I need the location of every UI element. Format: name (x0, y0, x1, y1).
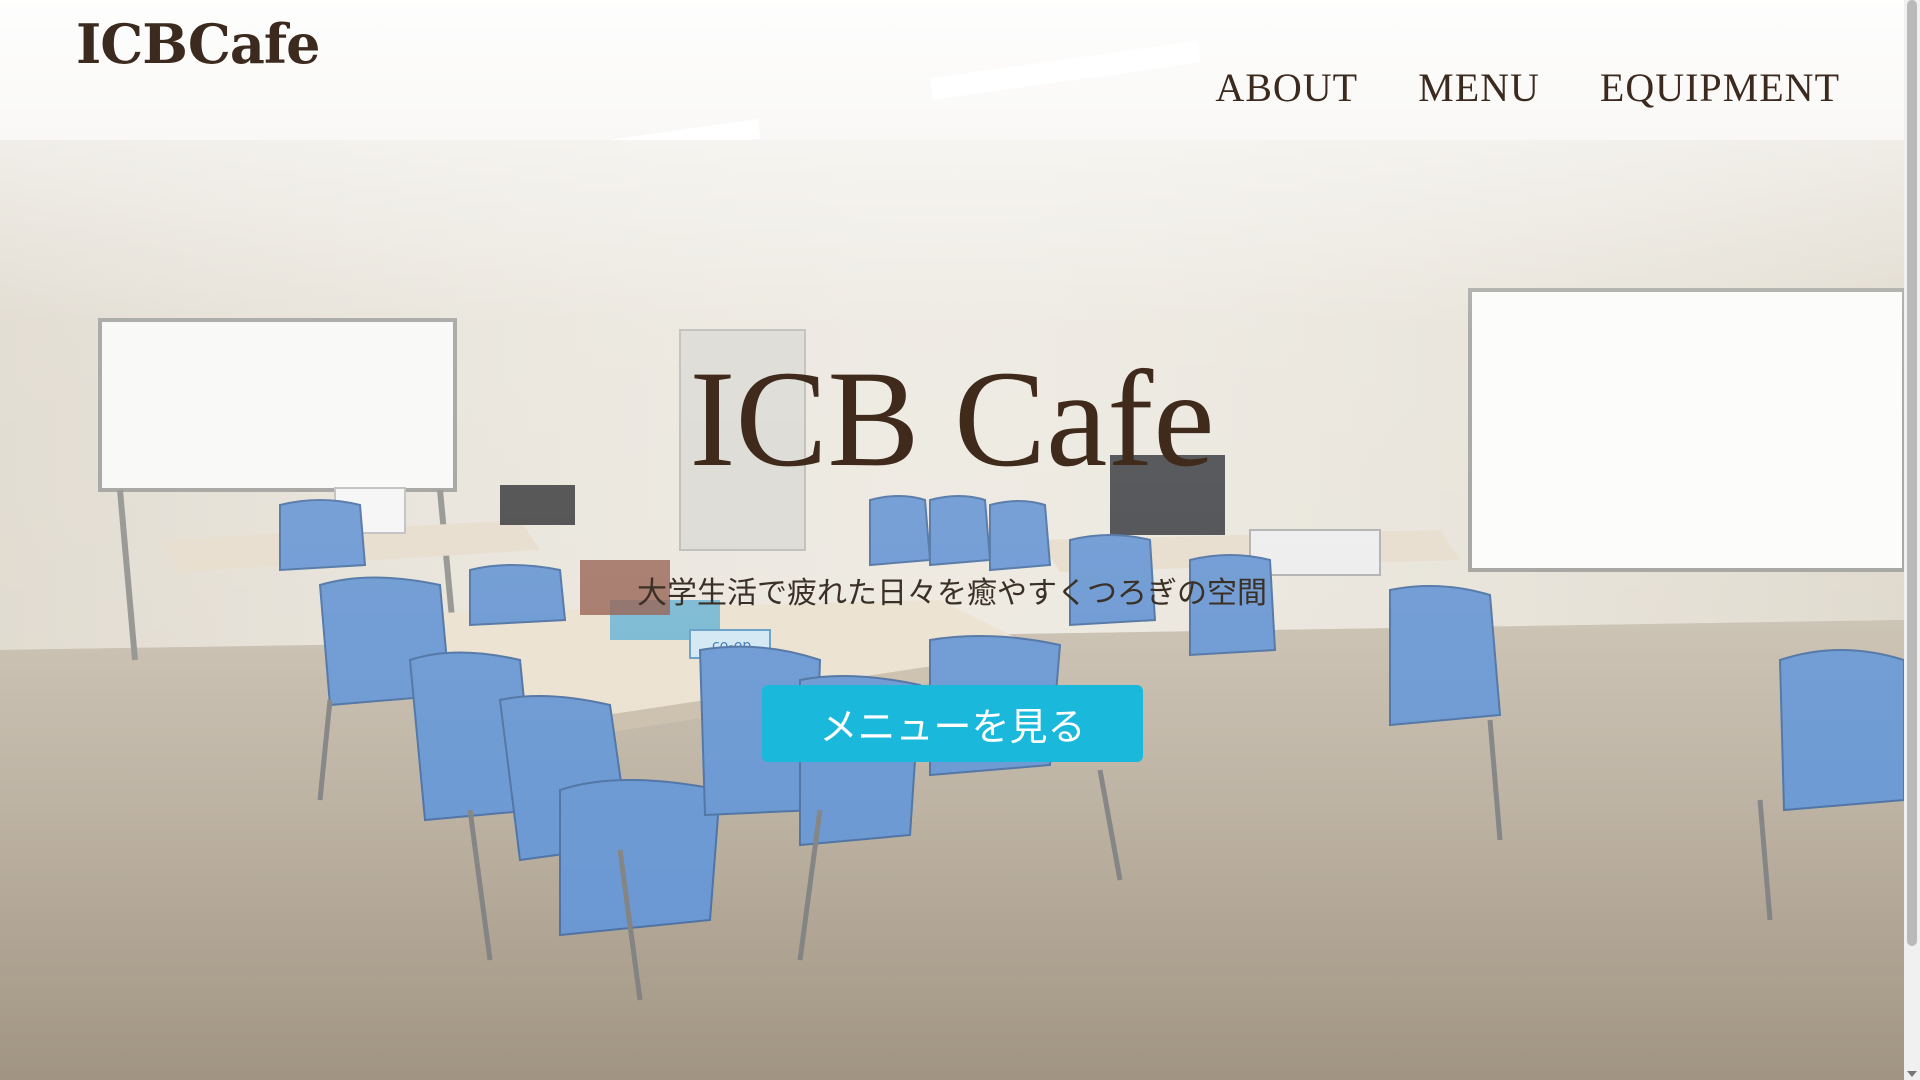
hero-section: co-op (0, 0, 1904, 1080)
page-scrollbar[interactable] (1904, 0, 1920, 1080)
view-menu-button[interactable]: メニューを見る (762, 685, 1143, 762)
hero-background-photo: co-op (0, 0, 1904, 1080)
page: co-op (0, 0, 1920, 1080)
scroll-down-arrow-icon[interactable] (1907, 1071, 1917, 1077)
nav-link-menu[interactable]: MENU (1418, 64, 1540, 111)
site-logo[interactable]: ICBCafe (76, 12, 320, 76)
hero-title: ICB Cafe (689, 342, 1215, 495)
main-nav: ABOUT MENU EQUIPMENT (1215, 64, 1840, 111)
nav-link-equipment[interactable]: EQUIPMENT (1600, 64, 1840, 111)
nav-link-about[interactable]: ABOUT (1215, 64, 1358, 111)
hero-subtitle: 大学生活で疲れた日々を癒やすくつろぎの空間 (637, 576, 1267, 611)
scrollbar-thumb[interactable] (1907, 0, 1917, 946)
